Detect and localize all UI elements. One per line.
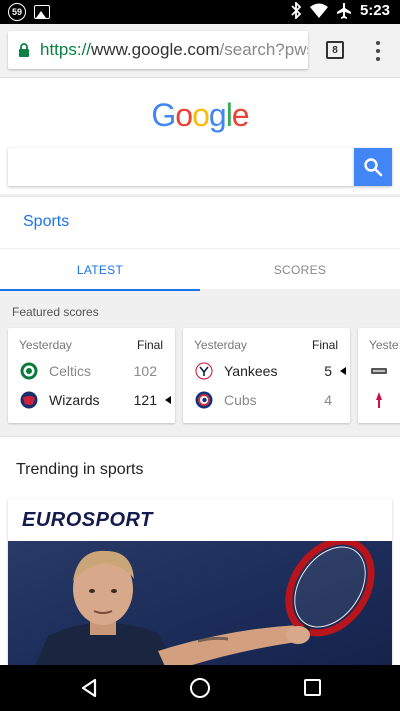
team-score: 4 <box>324 392 332 408</box>
rockets-logo-icon <box>376 392 382 408</box>
google-logo[interactable]: Google <box>0 97 400 134</box>
team-row <box>358 359 400 383</box>
score-card[interactable]: Yesterday Final Celtics 102 Wizards 121 <box>8 328 175 423</box>
search-bar <box>8 148 392 186</box>
game-status: Final <box>136 338 163 352</box>
tennis-player-illustration <box>35 541 375 665</box>
tab-scores[interactable]: SCORES <box>200 249 400 291</box>
search-button[interactable] <box>354 148 392 186</box>
news-source: EUROSPORT <box>22 508 153 531</box>
status-bar: 59 5:23 <box>0 0 400 24</box>
spurs-logo-icon <box>371 368 387 374</box>
google-logo-letter: o <box>175 97 193 133</box>
google-logo-letter: g <box>208 97 227 133</box>
sports-card: Sports LATEST SCORES <box>0 196 400 291</box>
tab-switcher-button[interactable]: 8 <box>326 41 344 59</box>
trending-title: Trending in sports <box>16 461 144 478</box>
score-card[interactable]: Yeste <box>358 328 400 423</box>
overflow-menu-icon[interactable] <box>366 38 390 64</box>
score-card[interactable]: Yesterday Final Yankees 5 Cubs 4 <box>183 328 350 423</box>
yankees-logo-icon <box>195 362 213 380</box>
sports-title-link[interactable]: Sports <box>23 213 69 231</box>
page-content: Google Sports LATEST SCORES Featured sco… <box>0 79 400 665</box>
tennis-player-photo[interactable] <box>8 541 392 665</box>
news-card[interactable]: EUROSPORT <box>8 499 392 665</box>
image-notification-icon <box>34 5 50 19</box>
search-icon <box>364 158 383 177</box>
team-row <box>358 388 400 412</box>
team-score: 121 <box>133 392 157 408</box>
address-bar[interactable]: https://www.google.com/search?pws <box>8 31 308 69</box>
bluetooth-icon <box>291 2 302 19</box>
team-name: Wizards <box>49 392 100 408</box>
clock-time: 5:23 <box>359 2 390 19</box>
recent-apps-icon[interactable] <box>304 679 321 696</box>
team-score: 5 <box>324 363 332 379</box>
wifi-icon <box>309 3 328 18</box>
url-text: https://www.google.com/search?pws <box>40 40 308 60</box>
url-scheme: https:// <box>40 40 92 59</box>
cubs-logo-icon <box>195 391 213 409</box>
back-icon[interactable] <box>80 678 98 698</box>
team-score: 102 <box>133 363 157 379</box>
team-name: Celtics <box>49 363 92 379</box>
team-row: Celtics 102 <box>8 359 175 383</box>
team-name: Cubs <box>224 392 257 408</box>
tab-latest[interactable]: LATEST <box>0 249 200 291</box>
winner-arrow-icon <box>340 367 346 375</box>
google-logo-letter: G <box>151 97 176 133</box>
team-row: Wizards 121 <box>8 388 175 412</box>
eurosport-logo: EUROSPORT <box>22 509 153 531</box>
game-date: Yeste <box>369 338 399 352</box>
google-logo-letter: e <box>231 97 250 133</box>
google-logo-letter: o <box>192 97 210 133</box>
navigation-bar <box>0 665 400 711</box>
url-path: /search?pws <box>219 40 308 59</box>
search-input[interactable] <box>8 148 354 186</box>
game-date: Yesterday <box>194 338 247 352</box>
team-row: Cubs 4 <box>183 388 350 412</box>
celtics-logo-icon <box>20 362 38 380</box>
home-icon[interactable] <box>190 678 210 698</box>
notification-count-icon: 59 <box>8 3 26 21</box>
trending-section: Trending in sports EUROSPORT <box>0 436 400 665</box>
game-date: Yesterday <box>19 338 72 352</box>
airplane-mode-icon <box>336 3 351 19</box>
google-header: Google <box>0 79 400 194</box>
game-status: Final <box>311 338 338 352</box>
url-host: www.google.com <box>91 40 220 59</box>
browser-toolbar: https://www.google.com/search?pws 8 <box>0 24 400 78</box>
featured-scores-label: Featured scores <box>12 305 99 319</box>
wizards-logo-icon <box>20 391 38 409</box>
winner-arrow-icon <box>165 396 171 404</box>
team-row: Yankees 5 <box>183 359 350 383</box>
team-name: Yankees <box>224 363 278 379</box>
lock-icon <box>19 43 29 57</box>
sports-tabs: LATEST SCORES <box>0 248 400 291</box>
